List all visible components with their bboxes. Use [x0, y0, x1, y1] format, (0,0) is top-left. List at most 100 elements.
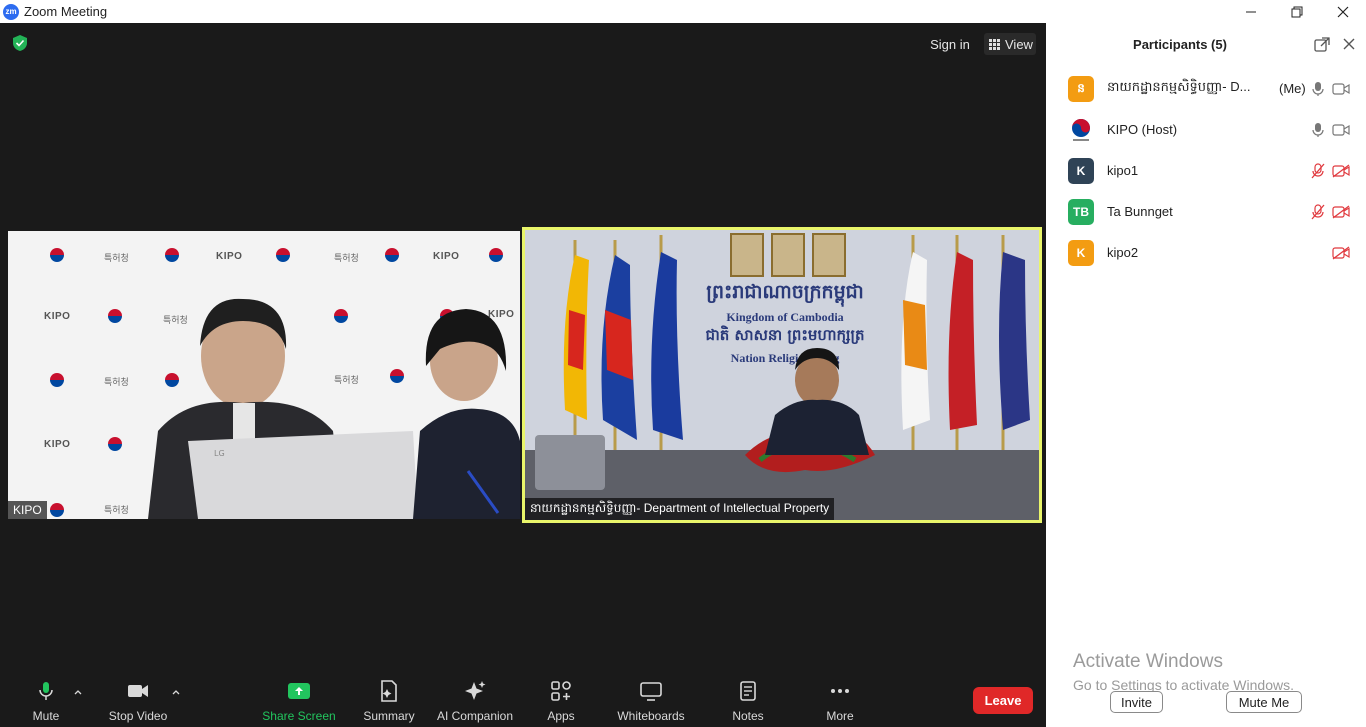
more-label: More	[826, 709, 854, 723]
video-camera-off-icon[interactable]	[1332, 163, 1350, 178]
microphone-muted-icon[interactable]	[1311, 203, 1325, 220]
close-window-button[interactable]	[1320, 0, 1366, 23]
view-label: View	[1005, 36, 1033, 52]
participant-name: kipo2	[1107, 245, 1139, 260]
apps-icon	[549, 679, 573, 703]
share-screen-label: Share Screen	[262, 709, 336, 723]
video-camera-icon[interactable]	[1332, 82, 1350, 96]
mute-button[interactable]: Mute	[28, 653, 64, 727]
participant-row[interactable]: TB Ta Bunnget	[1046, 191, 1366, 232]
taegeuk-emblem-icon	[385, 248, 399, 262]
participant-row[interactable]: ន នាយកដ្ឋានកម្មសិទ្ធិបញ្ញា- D... (Me)	[1046, 68, 1366, 109]
avatar: TB	[1068, 198, 1094, 225]
participant-name: នាយកដ្ឋានកម្មសិទ្ធិបញ្ញា- D...	[1107, 79, 1251, 94]
participants-panel: Participants (5) ន នាយកដ្ឋានកម្មសិទ្ធិបញ…	[1046, 23, 1366, 727]
participant-row[interactable]: K kipo2	[1046, 232, 1366, 273]
notes-label: Notes	[732, 709, 764, 723]
pop-out-icon[interactable]	[1314, 37, 1330, 53]
summary-button[interactable]: Summary	[360, 653, 418, 727]
backdrop-text: KIPO	[44, 311, 71, 322]
view-button[interactable]: View	[984, 33, 1036, 55]
kipo-logo-avatar	[1068, 116, 1094, 143]
taegeuk-emblem-icon	[108, 309, 122, 323]
taegeuk-emblem-icon	[50, 373, 64, 387]
avatar: ន	[1068, 75, 1094, 102]
video-tile-department-of-intellectual-property[interactable]: ព្រះរាជាណាចក្រកម្ពុជា Kingdom of Cambodi…	[522, 227, 1042, 523]
video-camera-off-icon[interactable]	[1332, 204, 1350, 219]
whiteboards-label: Whiteboards	[617, 709, 685, 723]
apps-button[interactable]: Apps	[542, 653, 580, 727]
participant-name: KIPO (Host)	[1107, 122, 1178, 137]
backdrop-korean-text: 특허청	[104, 377, 129, 387]
share-screen-icon	[287, 679, 311, 703]
sign-in-button[interactable]: Sign in	[926, 33, 974, 55]
participant-name-tag: KIPO	[8, 501, 47, 519]
minimize-button[interactable]	[1228, 0, 1274, 23]
backdrop-text: KIPO	[44, 439, 71, 450]
window-controls	[1228, 0, 1366, 23]
taegeuk-emblem-icon	[489, 248, 503, 262]
zoom-logo-icon: zm	[3, 3, 19, 20]
apps-label: Apps	[547, 709, 575, 723]
participant-row[interactable]: KIPO (Host)	[1046, 109, 1366, 150]
notes-icon	[736, 679, 760, 703]
window-title: Zoom Meeting	[24, 4, 108, 19]
more-dots-icon	[828, 679, 852, 703]
chevron-up-icon[interactable]	[73, 687, 83, 697]
stop-video-label: Stop Video	[108, 709, 168, 723]
backdrop-text: KIPO	[433, 251, 460, 262]
close-panel-icon[interactable]	[1342, 37, 1356, 51]
restore-icon	[1291, 6, 1303, 17]
avatar: K	[1068, 239, 1094, 266]
watermark-title: Activate Windows	[1073, 651, 1223, 672]
whiteboards-button[interactable]: Whiteboards	[612, 653, 690, 727]
close-icon	[1337, 6, 1349, 17]
backdrop-korean-text: 특허청	[104, 253, 129, 263]
whiteboard-icon	[639, 679, 663, 703]
backdrop-korean-text: 특허청	[104, 505, 129, 515]
video-camera-icon	[126, 679, 150, 703]
summary-document-icon	[377, 679, 401, 703]
participants-title: Participants (5)	[1133, 37, 1227, 52]
taegeuk-emblem-icon	[165, 248, 179, 262]
video-tile-kipo[interactable]: KIPO KIPO KIPO KIPO KIPO 특허청 특허청 특허청 특허청…	[8, 231, 520, 519]
activate-windows-watermark: Activate Windows Go to Settings to activ…	[1073, 651, 1294, 693]
meeting-area: Sign in View KIPO KIPO KIPO KIPO KIPO 특허…	[0, 23, 1046, 727]
stop-video-button[interactable]: Stop Video	[104, 653, 172, 727]
microphone-icon[interactable]	[1311, 81, 1325, 97]
chevron-up-icon[interactable]	[171, 687, 181, 697]
svg-text:LG: LG	[214, 449, 225, 458]
taegeuk-emblem-icon	[50, 503, 64, 517]
avatar: K	[1068, 157, 1094, 184]
participant-name: kipo1	[1107, 163, 1139, 178]
ai-companion-button[interactable]: AI Companion	[434, 653, 516, 727]
restore-button[interactable]	[1274, 0, 1320, 23]
grid-icon	[989, 38, 1000, 50]
participant-me-tag: (Me)	[1279, 81, 1306, 96]
video-camera-off-icon[interactable]	[1332, 245, 1350, 260]
mute-me-button[interactable]: Mute Me	[1226, 691, 1302, 713]
video-camera-icon[interactable]	[1332, 123, 1350, 137]
leave-button[interactable]: Leave	[973, 687, 1033, 714]
backdrop-text: KIPO	[216, 251, 243, 262]
ai-companion-label: AI Companion	[436, 709, 514, 723]
taegeuk-emblem-icon	[276, 248, 290, 262]
taegeuk-emblem-icon	[108, 437, 122, 451]
notes-button[interactable]: Notes	[728, 653, 768, 727]
encryption-shield-icon[interactable]	[11, 34, 29, 52]
video-people: LG	[148, 298, 520, 519]
microphone-muted-icon[interactable]	[1311, 162, 1325, 179]
share-screen-button[interactable]: Share Screen	[262, 653, 336, 727]
backdrop-korean-text: 특허청	[334, 253, 359, 263]
participant-name-tag: នាយកដ្ឋានកម្មសិទ្ធិបញ្ញា- Department of …	[525, 498, 835, 520]
summary-label: Summary	[363, 709, 415, 723]
participant-row[interactable]: K kipo1	[1046, 150, 1366, 191]
participant-name: Ta Bunnget	[1107, 204, 1173, 219]
microphone-icon[interactable]	[1311, 122, 1325, 138]
invite-button[interactable]: Invite	[1110, 691, 1163, 713]
flags-scene	[525, 235, 1039, 520]
more-button[interactable]: More	[818, 653, 862, 727]
taegeuk-emblem-icon	[50, 248, 64, 262]
mute-label: Mute	[32, 709, 60, 723]
sparkle-icon	[463, 679, 487, 703]
